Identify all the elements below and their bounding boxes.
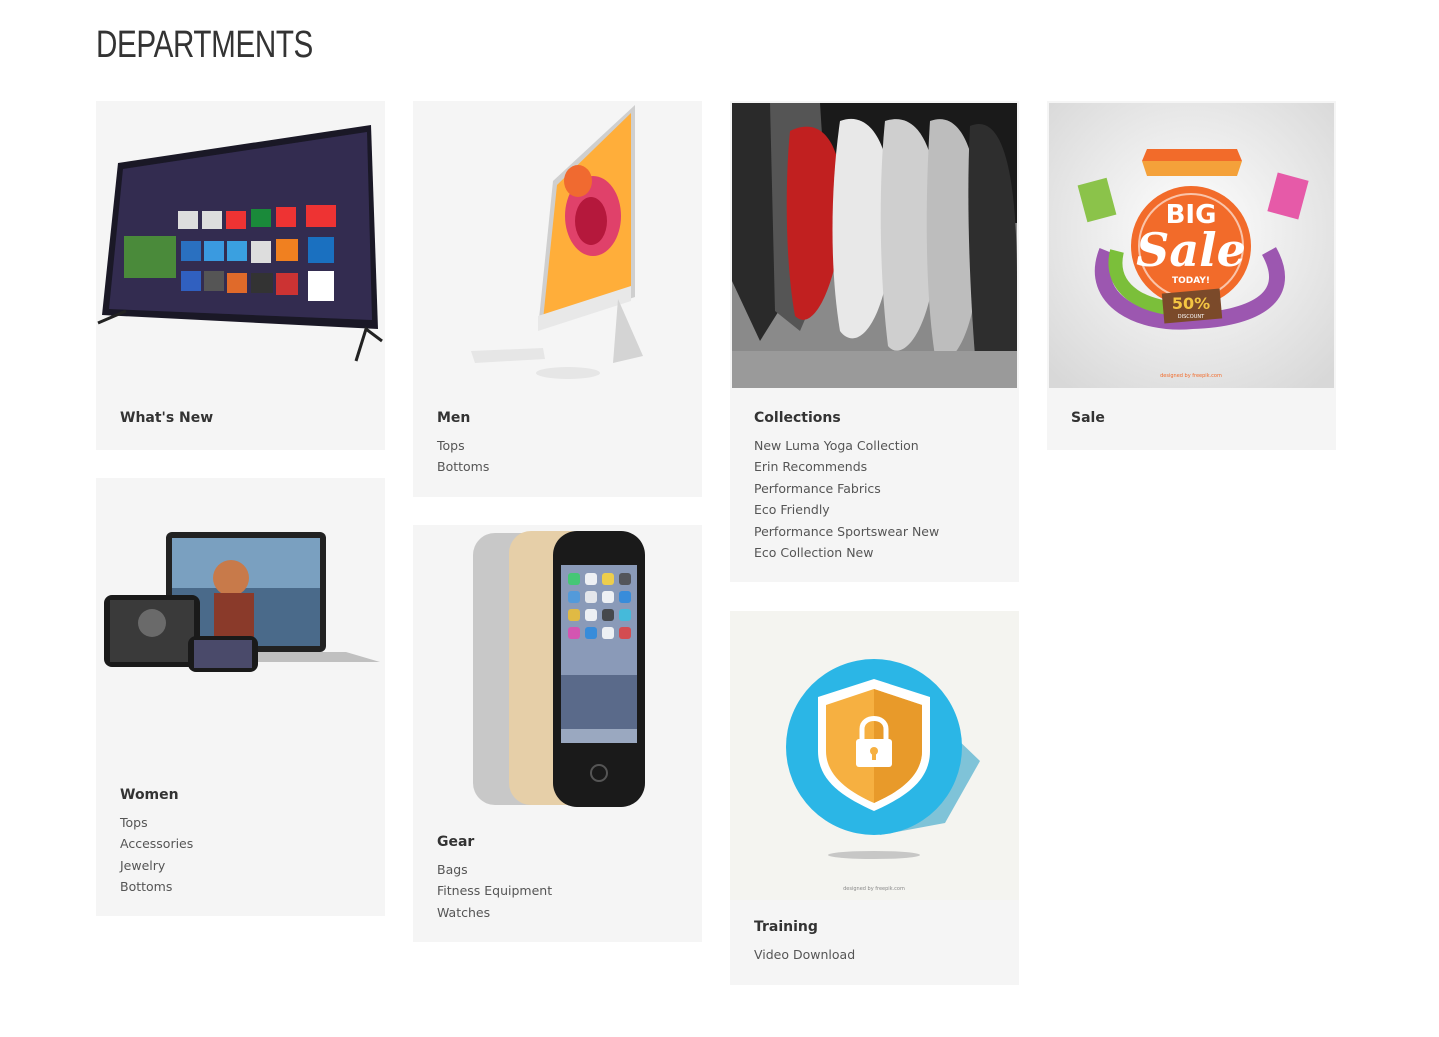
department-links: Video Download bbox=[754, 944, 855, 965]
sale-text: Sale bbox=[1136, 223, 1246, 277]
department-link[interactable]: Eco Friendly bbox=[754, 499, 939, 520]
tv-icon[interactable] bbox=[96, 101, 385, 390]
sneakers-photo[interactable] bbox=[730, 101, 1019, 390]
department-link[interactable]: Bags bbox=[437, 859, 552, 880]
today-text: TODAY! bbox=[1172, 276, 1210, 286]
department-link[interactable]: Performance Fabrics bbox=[754, 478, 939, 499]
department-card-gear[interactable]: Gear Bags Fitness Equipment Watches bbox=[413, 525, 702, 942]
department-card-training[interactable]: designed by freepik.com Training Video D… bbox=[730, 611, 1019, 985]
department-link[interactable]: Fitness Equipment bbox=[437, 880, 552, 901]
department-links: New Luma Yoga Collection Erin Recommends… bbox=[754, 435, 939, 563]
department-title[interactable]: What's New bbox=[120, 410, 213, 426]
department-link[interactable]: New Luma Yoga Collection bbox=[754, 435, 939, 456]
department-card-sale[interactable]: BIG Sale TODAY! 50% DISCOUNT designed by… bbox=[1047, 101, 1336, 450]
department-link[interactable]: Watches bbox=[437, 902, 552, 923]
department-card-collections[interactable]: Collections New Luma Yoga Collection Eri… bbox=[730, 101, 1019, 582]
department-link[interactable]: Accessories bbox=[120, 833, 193, 854]
image-credit: designed by freepik.com bbox=[1160, 373, 1222, 379]
department-title[interactable]: Sale bbox=[1071, 410, 1105, 426]
department-title[interactable]: Women bbox=[120, 787, 179, 803]
discount-text: 50% bbox=[1172, 294, 1210, 313]
department-card-men[interactable]: Men Tops Bottoms bbox=[413, 101, 702, 497]
department-title[interactable]: Men bbox=[437, 410, 470, 426]
department-card-women[interactable]: Women Tops Accessories Jewelry Bottoms bbox=[96, 478, 385, 916]
department-link[interactable]: Tops bbox=[120, 812, 193, 833]
security-shield-icon[interactable]: designed by freepik.com bbox=[730, 611, 1019, 900]
department-link[interactable]: Tops bbox=[437, 435, 489, 456]
department-title[interactable]: Training bbox=[754, 919, 818, 935]
department-title[interactable]: Gear bbox=[437, 834, 474, 850]
image-credit: designed by freepik.com bbox=[843, 886, 905, 892]
page-title: DEPARTMENTS bbox=[96, 24, 313, 66]
department-link[interactable]: Eco Collection New bbox=[754, 542, 939, 563]
devices-icon[interactable] bbox=[96, 478, 385, 767]
department-card-whats-new[interactable]: What's New bbox=[96, 101, 385, 450]
desktop-computer-icon[interactable] bbox=[413, 101, 702, 390]
department-link[interactable]: Erin Recommends bbox=[754, 456, 939, 477]
discount-label: DISCOUNT bbox=[1178, 314, 1205, 320]
department-link[interactable]: Performance Sportswear New bbox=[754, 521, 939, 542]
department-link[interactable]: Video Download bbox=[754, 944, 855, 965]
department-link[interactable]: Bottoms bbox=[437, 456, 489, 477]
department-link[interactable]: Bottoms bbox=[120, 876, 193, 897]
department-link[interactable]: Jewelry bbox=[120, 855, 193, 876]
department-links: Tops Accessories Jewelry Bottoms bbox=[120, 812, 193, 898]
department-links: Bags Fitness Equipment Watches bbox=[437, 859, 552, 923]
department-links: Tops Bottoms bbox=[437, 435, 489, 478]
department-title[interactable]: Collections bbox=[754, 410, 841, 426]
big-sale-illustration[interactable]: BIG Sale TODAY! 50% DISCOUNT designed by… bbox=[1047, 101, 1336, 390]
phones-icon[interactable] bbox=[413, 525, 702, 814]
